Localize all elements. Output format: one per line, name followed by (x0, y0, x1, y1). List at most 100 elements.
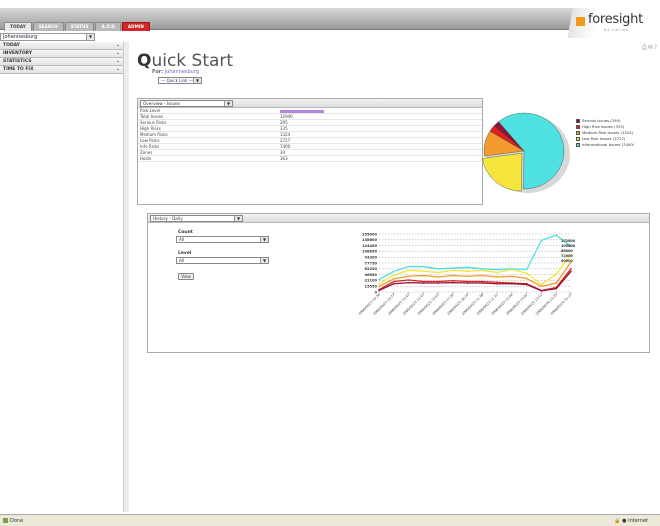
page-title-initial: Q (137, 51, 152, 71)
logo-square-icon (576, 17, 585, 26)
data-point (452, 274, 454, 277)
data-point (378, 289, 380, 292)
legend-label: High Risk Issues (335) (582, 124, 625, 129)
legend-label: Informational Issues (7400) (582, 142, 635, 147)
view-button[interactable]: View (178, 273, 194, 280)
data-label: 86000 (561, 249, 573, 253)
data-label: 72000 (561, 254, 573, 258)
data-point (496, 271, 498, 274)
data-point (496, 268, 498, 271)
legend-label: Serious Issues (295) (582, 118, 621, 123)
y-tick-label: 155000 (362, 232, 378, 236)
status-right: 🔒 ● Internet (614, 518, 648, 524)
sidebar-item-statistics[interactable]: STATISTICS ⌄ (0, 58, 123, 66)
data-point (466, 270, 469, 273)
data-point (525, 272, 528, 275)
sidebar-item-label: INVENTORY (3, 51, 33, 56)
chevron-down-icon[interactable]: ▼ (224, 101, 232, 106)
series-line (378, 268, 572, 292)
status-left: Done (3, 518, 23, 524)
data-point (378, 285, 380, 288)
row-label: Hosts (138, 155, 278, 163)
logo-text: foresight (588, 12, 643, 27)
data-point (481, 269, 484, 272)
legend-swatch (576, 143, 580, 147)
y-tick-label: 108850 (362, 250, 378, 254)
data-point (422, 274, 425, 277)
data-point (570, 268, 572, 270)
level-select[interactable]: All ▼ (176, 257, 269, 264)
tab-status[interactable]: STATUS (64, 22, 95, 31)
issues-pie-chart (482, 112, 570, 193)
overview-select[interactable]: Overview - Issues ▼ (140, 100, 233, 107)
for-location: For: Johannesburg (152, 69, 199, 75)
legend-swatch (576, 137, 580, 141)
status-text: Done (10, 518, 24, 524)
sidebar-item-label: STATISTICS (3, 59, 32, 64)
row-value: 363 (278, 155, 482, 163)
history-panel-header: History - Daily ▼ (148, 214, 649, 223)
y-tick-label: 31100 (364, 279, 377, 283)
data-point (407, 279, 410, 281)
tab-today[interactable]: TODAY (4, 22, 32, 31)
logo-subtext: by cairos (604, 28, 629, 32)
for-label: For: (152, 69, 164, 75)
count-select[interactable]: All ▼ (176, 236, 269, 243)
sidebar-item-inventory[interactable]: INVENTORY ⌄ (0, 50, 123, 58)
quick-link-value: --- Quick Link --- (161, 78, 193, 83)
tab-aod[interactable]: A.O.D (95, 22, 121, 31)
location-select[interactable]: Johannesburg ▼ (0, 33, 95, 41)
quick-link-select[interactable]: --- Quick Link --- ▼ (158, 77, 202, 84)
chevron-down-icon[interactable]: ▼ (193, 78, 201, 83)
browser-status-bar: Done 🔒 ● Internet (0, 514, 660, 526)
help-icon[interactable]: ? (654, 44, 658, 51)
lock-icon: 🔒 (614, 518, 621, 524)
level-label: Level (178, 251, 192, 256)
data-point (540, 290, 543, 292)
data-point (437, 271, 439, 274)
tab-search[interactable]: SEARCH (32, 22, 64, 31)
tab-admin[interactable]: ADMIN (121, 22, 150, 31)
page-title-rest: uick Start (151, 51, 234, 71)
data-point (407, 275, 410, 278)
sidebar-item-time-to-fix[interactable]: TIME TO FIX ⌄ (0, 66, 123, 74)
data-label: 105800 (561, 244, 576, 248)
data-point (437, 280, 439, 283)
data-point (422, 270, 425, 272)
data-point (378, 278, 380, 281)
data-point (452, 269, 454, 272)
data-point (511, 268, 513, 271)
data-point (555, 287, 558, 290)
chevron-down-icon[interactable]: ▼ (86, 34, 94, 40)
data-point (555, 273, 558, 275)
history-select[interactable]: History - Daily ▼ (150, 215, 243, 222)
data-point (466, 275, 469, 278)
data-point (555, 282, 558, 284)
chevron-down-icon[interactable]: ▼ (234, 216, 242, 221)
history-select-value: History - Daily (153, 216, 183, 221)
history-line-chart: 155000 138600 124400 108850 9330077750 62200 4… (358, 232, 576, 316)
chevron-down-icon[interactable]: ▼ (260, 237, 268, 242)
pie-legend: Serious Issues (295) High Risk Issues (3… (576, 118, 634, 148)
data-point (422, 265, 425, 268)
sidebar-splitter[interactable] (124, 42, 129, 512)
sidebar-item-label: TODAY (3, 43, 20, 48)
data-point (555, 234, 558, 236)
data-point (452, 281, 454, 284)
chevron-down-icon[interactable]: ▼ (260, 258, 268, 263)
page-title: Quick Start (137, 51, 233, 71)
legend-label: Medium Risk Issues (1324) (582, 130, 634, 135)
y-tick-label: 15550 (364, 285, 377, 289)
count-label: Count (178, 230, 193, 235)
data-label: 60000 (561, 259, 573, 263)
data-point (525, 268, 528, 271)
sidebar-item-label: TIME TO FIX (3, 67, 34, 72)
data-point (437, 268, 439, 270)
data-point (496, 276, 498, 278)
data-point (481, 268, 484, 270)
y-tick-label: 77750 (364, 261, 377, 265)
sidebar-item-today[interactable]: TODAY ⌄ (0, 42, 123, 50)
overview-table: Risk Level Total Issues 12940 Serious Ris… (138, 108, 482, 163)
legend-item: Informational Issues (7400) (576, 142, 634, 148)
toolbar-icons: ⎙✉? (642, 44, 658, 52)
